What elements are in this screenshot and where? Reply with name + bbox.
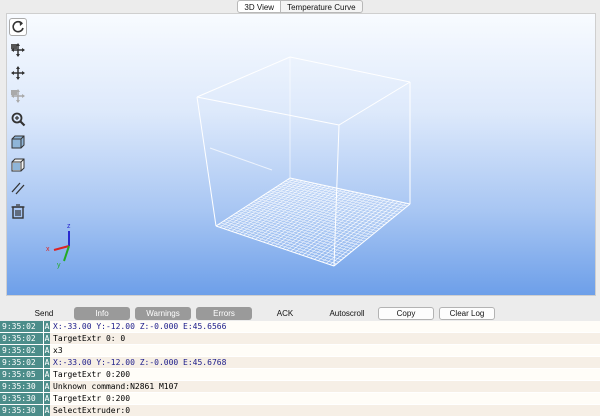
parallel-view-icon[interactable] [9,179,27,197]
log-message: Unknown command:N2861 M107 [50,381,600,393]
axis-indicator: z x y [46,223,71,269]
log-timestamp: 9:35:05 [0,369,43,381]
view-tabs: 3D View Temperature Curve [0,0,600,13]
rotate-icon[interactable] [9,87,27,105]
warnings-toggle[interactable]: Warnings [135,307,191,320]
log-level: A [43,369,50,381]
y-axis-label: y [57,262,61,269]
log-level: A [43,333,50,345]
log-message: TargetExtr 0:200 [50,393,600,405]
log-timestamp: 9:35:02 [0,333,43,345]
copy-button[interactable]: Copy [378,307,434,320]
3d-viewport[interactable]: z x y [6,13,596,296]
box-edge [289,56,411,83]
log-row: 9:35:02 Ax3 [0,345,600,357]
tab-3d-view[interactable]: 3D View [237,0,282,13]
log-timestamp: 9:35:02 [0,357,43,369]
log-level: A [43,345,50,357]
log-row: 9:35:02 A X:-33.00 Y:-12.00 Z:-0.000 E:45.… [0,357,600,369]
log-row: 9:35:05 A TargetExtr 0:200 [0,369,600,381]
log-controls: Send Info Warnings Errors ACK Autoscroll… [0,304,600,320]
log-timestamp: 9:35:02 [0,345,43,357]
refresh-icon[interactable] [9,18,27,36]
log-row: 9:35:02 A X:-33.00 Y:-12.00 Z:-0.000 E:45.… [0,321,600,333]
y-axis-line [63,245,70,262]
log-row: 9:35:30 A SelectExtruder:0 [0,405,600,417]
log-timestamp: 9:35:30 [0,381,43,393]
log-row: 9:35:02 A TargetExtr 0: 0 [0,333,600,345]
log-message: SelectExtruder:0 [50,405,600,417]
log-row: 9:35:30 A Unknown command:N2861 M107 [0,381,600,393]
box-edge [196,96,340,126]
view-toolbar [7,14,29,295]
move-object-icon[interactable] [9,64,27,82]
log-row: 9:35:30 A TargetExtr 0:200 [0,393,600,405]
log-level: A [43,357,50,369]
box-edge [338,81,411,126]
log-timestamp: 9:35:02 [0,321,43,333]
tab-temperature-curve[interactable]: Temperature Curve [281,0,363,13]
box-edge [196,96,217,227]
log-level: A [43,381,50,393]
printer-scene: z x y [46,56,411,269]
log-message: TargetExtr 0:200 [50,369,600,381]
log-message: TargetExtr 0: 0 [50,333,600,345]
log-timestamp: 9:35:30 [0,405,43,417]
log-timestamp: 9:35:30 [0,393,43,405]
zoom-icon[interactable] [9,110,27,128]
top-view-icon[interactable] [9,156,27,174]
front-view-icon[interactable] [9,133,27,151]
log-list[interactable]: 9:35:02 A X:-33.00 Y:-12.00 Z:-0.000 E:45.… [0,321,600,419]
box-edge [196,56,291,98]
log-level: A [43,393,50,405]
log-level: A [43,321,50,333]
x-axis-line [53,245,70,251]
autoscroll-toggle[interactable]: Autoscroll [322,308,372,319]
box-edge [209,147,273,171]
log-message: x3 [50,345,600,357]
x-axis-label: x [46,246,50,253]
clear-log-button[interactable]: Clear Log [439,307,495,320]
log-level: A [43,405,50,417]
trash-icon[interactable] [9,202,27,220]
ack-toggle[interactable]: ACK [270,308,300,319]
print-bed-grid [215,177,411,267]
info-toggle[interactable]: Info [74,307,130,320]
send-label[interactable]: Send [30,308,58,319]
log-message: X:-33.00 Y:-12.00 Z:-0.000 E:45.6768 [50,357,600,369]
log-message: X:-33.00 Y:-12.00 Z:-0.000 E:45.6566 [50,321,600,333]
errors-toggle[interactable]: Errors [196,307,252,320]
z-axis-label: z [67,223,71,230]
move-view-icon[interactable] [9,41,27,59]
app-window: 3D View Temperature Curve z x y Send Inf… [0,0,600,419]
